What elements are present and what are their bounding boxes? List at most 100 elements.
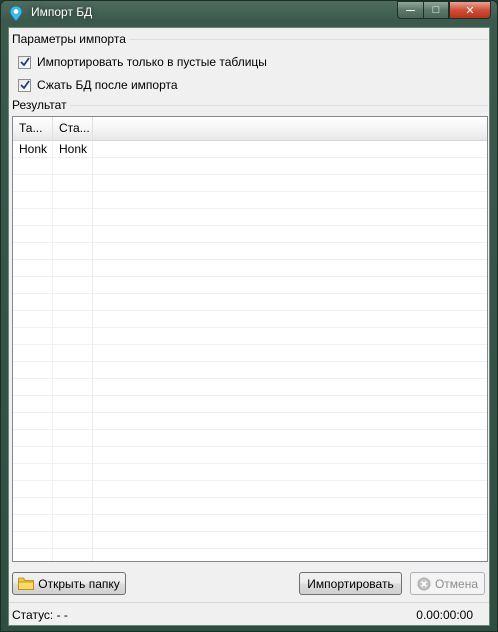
minimize-icon: — — [406, 5, 415, 15]
empty-row — [13, 447, 487, 464]
table-cell — [53, 328, 93, 345]
import-label: Импортировать — [307, 576, 394, 591]
table-cell — [13, 260, 53, 277]
table-cell — [53, 226, 93, 243]
table-cell — [13, 158, 53, 175]
only-empty-tables-label: Импортировать только в пустые таблицы — [37, 55, 267, 69]
table-cell — [13, 396, 53, 413]
table-cell — [53, 515, 93, 532]
table-cell — [53, 311, 93, 328]
empty-row — [13, 311, 487, 328]
empty-row — [13, 277, 487, 294]
maximize-button[interactable]: □ — [423, 1, 449, 19]
table-cell: Honk — [13, 141, 53, 158]
checkmark-icon — [19, 80, 30, 90]
table-cell — [13, 294, 53, 311]
import-window: Импорт БД — □ ✕ Параметры импорта Импорт… — [0, 0, 498, 632]
empty-row — [13, 175, 487, 192]
table-cell — [53, 243, 93, 260]
result-grid[interactable]: Та... Ста... Honk Honk — [12, 116, 488, 562]
empty-row — [13, 243, 487, 260]
only-empty-tables-checkbox[interactable] — [18, 55, 31, 69]
table-cell — [13, 328, 53, 345]
status-bar: Статус: - - 0.00:00:00 — [9, 602, 489, 626]
empty-row — [13, 345, 487, 362]
table-row[interactable]: Honk Honk — [13, 141, 487, 158]
caption-buttons: — □ ✕ — [397, 1, 491, 20]
empty-row — [13, 413, 487, 430]
table-cell — [53, 498, 93, 515]
table-cell — [13, 243, 53, 260]
table-cell — [13, 481, 53, 498]
close-button[interactable]: ✕ — [449, 1, 491, 19]
table-cell — [53, 277, 93, 294]
empty-row — [13, 328, 487, 345]
open-folder-button[interactable]: Открыть папку — [12, 572, 126, 595]
table-cell: Honk — [53, 141, 93, 158]
result-group: Результат — [12, 98, 488, 115]
close-icon: ✕ — [465, 4, 475, 17]
empty-row — [13, 549, 487, 561]
table-cell — [13, 464, 53, 481]
table-cell — [13, 362, 53, 379]
table-cell — [13, 532, 53, 549]
empty-row — [13, 532, 487, 549]
empty-row — [13, 192, 487, 209]
open-folder-label: Открыть папку — [38, 576, 120, 591]
elapsed-time: 0.00:00:00 — [416, 608, 473, 622]
table-cell — [13, 498, 53, 515]
maximize-icon: □ — [432, 4, 440, 16]
minimize-button[interactable]: — — [397, 1, 423, 19]
empty-row — [13, 294, 487, 311]
cancel-label: Отмена — [434, 576, 479, 591]
empty-row — [13, 396, 487, 413]
import-params-group: Параметры импорта Импортировать только в… — [12, 32, 488, 97]
cancel-button[interactable]: Отмена — [410, 572, 485, 595]
status-text: Статус: - - — [12, 608, 68, 622]
compress-after-option[interactable]: Сжать БД после импорта — [18, 77, 178, 93]
empty-row — [13, 226, 487, 243]
table-cell — [13, 226, 53, 243]
table-cell — [13, 447, 53, 464]
empty-row — [13, 515, 487, 532]
table-cell — [53, 158, 93, 175]
table-cell — [13, 549, 53, 561]
column-header-status[interactable]: Ста... — [53, 117, 93, 141]
table-cell — [53, 481, 93, 498]
map-pin-icon — [9, 5, 23, 22]
table-cell — [53, 447, 93, 464]
import-params-legend: Параметры импорта — [12, 32, 129, 46]
table-cell — [53, 192, 93, 209]
table-cell — [53, 549, 93, 561]
table-cell — [53, 430, 93, 447]
empty-row — [13, 260, 487, 277]
folder-icon — [18, 577, 35, 590]
table-cell — [53, 175, 93, 192]
table-cell — [13, 345, 53, 362]
column-header-table[interactable]: Та... — [13, 117, 53, 141]
table-cell — [53, 379, 93, 396]
table-cell — [13, 430, 53, 447]
import-button[interactable]: Импортировать — [299, 572, 402, 595]
empty-row — [13, 379, 487, 396]
empty-row — [13, 464, 487, 481]
empty-row — [13, 481, 487, 498]
column-divider — [92, 141, 93, 561]
checkmark-icon — [19, 57, 30, 67]
table-cell — [53, 345, 93, 362]
window-client-area: Параметры импорта Импортировать только в… — [8, 27, 490, 626]
table-cell — [13, 413, 53, 430]
table-cell — [13, 209, 53, 226]
compress-after-label: Сжать БД после импорта — [37, 78, 178, 92]
empty-row — [13, 498, 487, 515]
result-grid-header: Та... Ста... — [13, 117, 487, 141]
cancel-circle-icon — [417, 577, 431, 591]
only-empty-tables-option[interactable]: Импортировать только в пустые таблицы — [18, 54, 267, 70]
title-bar[interactable]: Импорт БД — □ ✕ — [1, 1, 497, 25]
compress-after-checkbox[interactable] — [18, 78, 31, 92]
table-cell — [53, 209, 93, 226]
result-legend: Результат — [12, 98, 70, 112]
table-cell — [13, 311, 53, 328]
table-cell — [53, 260, 93, 277]
empty-row — [13, 430, 487, 447]
